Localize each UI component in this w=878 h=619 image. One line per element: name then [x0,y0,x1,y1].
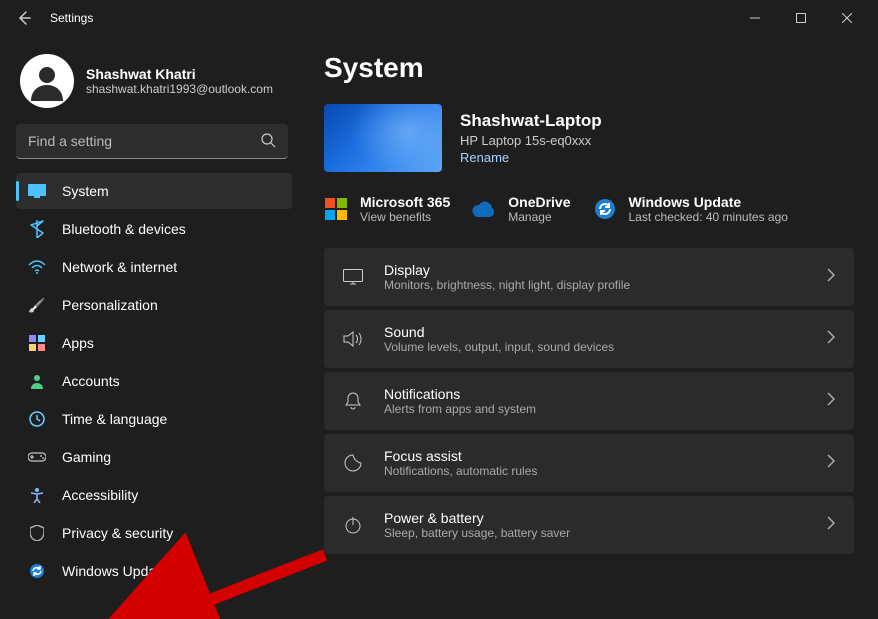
annotation-arrow [0,0,878,619]
